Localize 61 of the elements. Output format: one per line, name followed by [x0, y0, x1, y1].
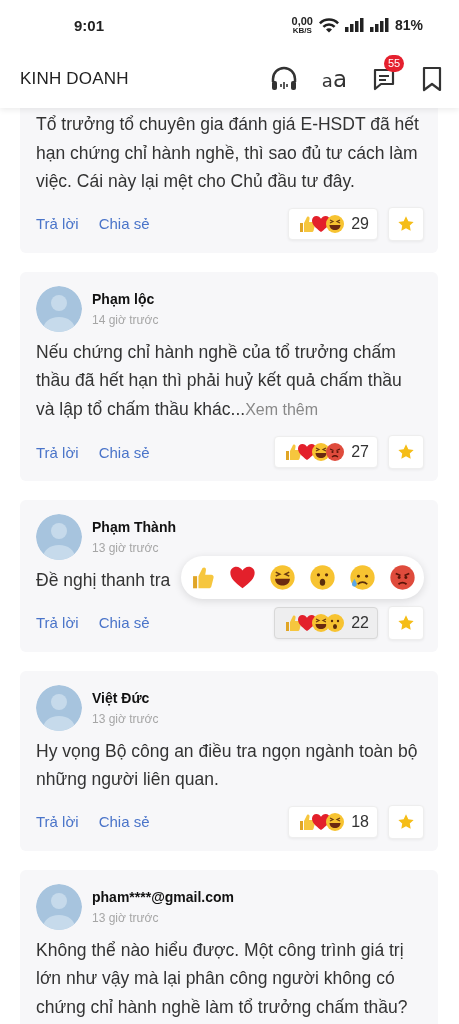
- star-button[interactable]: [388, 206, 424, 241]
- author-name: Phạm lộc: [92, 290, 156, 307]
- avatar-icon: [36, 285, 82, 332]
- section-title: KINH DOANH: [20, 69, 129, 89]
- avatar-icon: [36, 514, 82, 560]
- battery-level: 81%: [394, 17, 423, 33]
- surprised-face-icon[interactable]: [309, 564, 336, 591]
- reaction-summary-button[interactable]: 22: [274, 606, 378, 639]
- heart-icon[interactable]: [229, 564, 256, 591]
- see-more-link[interactable]: Xem thêm: [245, 400, 319, 418]
- reply-link[interactable]: Trả lời: [36, 215, 79, 232]
- laughing-face-icon: [325, 213, 346, 234]
- star-icon: [397, 613, 415, 632]
- reply-link[interactable]: Trả lời: [36, 614, 79, 631]
- star-button[interactable]: [388, 605, 424, 640]
- crying-face-icon[interactable]: [349, 564, 376, 591]
- share-link[interactable]: Chia sẻ: [98, 614, 150, 631]
- comment-text: Nếu chứng chỉ hành nghề của tổ trưởng chấm thầu đã hết hạn thì phải huỷ kết quả chấm thầu và lập tổ chấm thầu khác...Xem thêm: [36, 340, 403, 421]
- star-button[interactable]: [388, 804, 424, 839]
- reaction-summary-button[interactable]: 27: [274, 436, 378, 468]
- avatar-icon: [36, 883, 82, 930]
- comment-time: 13 giờ trước: [92, 910, 160, 925]
- share-link[interactable]: Chia sẻ: [98, 443, 150, 461]
- comment-text: Không thể nào hiểu được. Một công trình giá trị lớn như vậy mà lại phân công người không có chứng chỉ hành nghề làm tổ trưởng chấm thầu?: [36, 938, 409, 1019]
- comment-time: 14 giờ trước: [92, 312, 159, 327]
- comment-time: 13 giờ trước: [92, 541, 160, 555]
- star-icon: [397, 214, 415, 233]
- comment-text: Đề nghị thanh tra: [36, 569, 171, 592]
- comment-time: 13 giờ trước: [92, 711, 159, 726]
- laughing-face-icon: [325, 811, 346, 832]
- laughing-face-icon[interactable]: [269, 564, 296, 591]
- wifi-icon: [317, 17, 340, 33]
- font-size-button[interactable]: aa: [321, 67, 347, 91]
- star-icon: [397, 812, 415, 831]
- share-link[interactable]: Chia sẻ: [98, 813, 150, 830]
- star-icon: [397, 443, 415, 461]
- reaction-summary-button[interactable]: 18: [288, 805, 378, 838]
- comment-text: Hy vọng Bộ công an điều tra ngọn ngành toàn bộ những người liên quan.: [36, 739, 419, 791]
- network-speed-unit: KB/S: [292, 26, 312, 35]
- comment-count-badge: 55: [384, 55, 405, 72]
- comment-icon[interactable]: [371, 66, 397, 92]
- reply-link[interactable]: Trả lời: [36, 813, 79, 830]
- signal-icon: [369, 18, 390, 32]
- headphones-icon[interactable]: [269, 65, 298, 93]
- angry-face-icon[interactable]: [389, 564, 416, 591]
- share-link[interactable]: Chia sẻ: [98, 215, 150, 232]
- avatar-icon: [36, 684, 82, 731]
- comment-text: Tổ trưởng tổ chuyên gia đánh giá E-HSDT đã hết hạn chứng chỉ hành nghề, thì sao đủ tư cách làm việc. Cái này lại mệt cho Chủ đầu tư đây.: [36, 113, 420, 193]
- status-time: 9:01: [74, 16, 105, 34]
- signal-icon: [344, 18, 365, 32]
- bookmark-icon[interactable]: [421, 66, 443, 92]
- author-name: Việt Đức: [92, 689, 151, 706]
- author-name: pham****@gmail.com: [92, 888, 235, 905]
- angry-face-icon: [325, 442, 346, 462]
- reply-link[interactable]: Trả lời: [36, 443, 79, 461]
- network-speed: 0,00: [291, 15, 313, 27]
- surprised-face-icon: [325, 612, 346, 633]
- reaction-summary-button[interactable]: 29: [288, 207, 378, 240]
- author-name: Phạm Thành: [92, 519, 176, 535]
- star-button[interactable]: [388, 435, 424, 469]
- thumbs-up-icon: [283, 442, 304, 462]
